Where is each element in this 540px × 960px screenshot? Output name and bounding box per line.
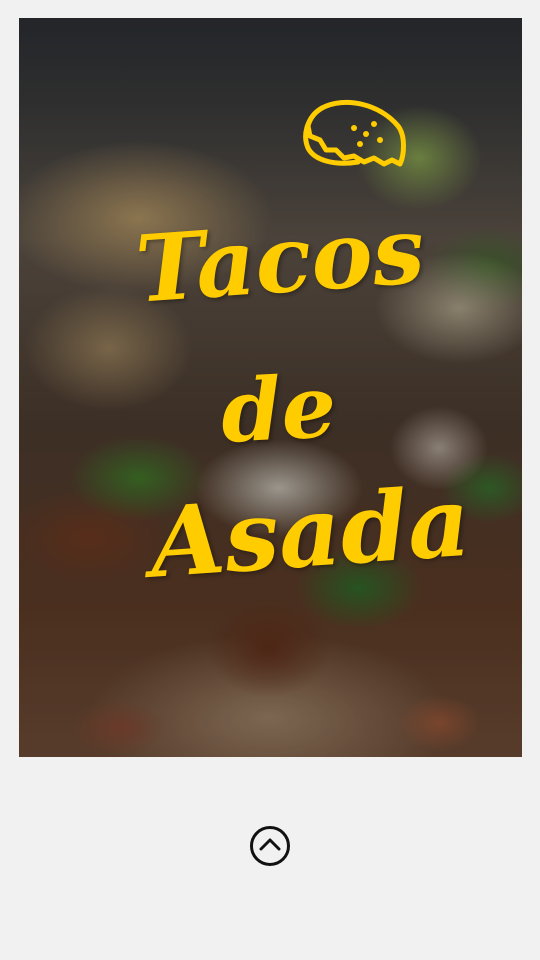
story-card: Tacos de Asada xyxy=(19,18,522,757)
scroll-up-button[interactable] xyxy=(249,825,291,867)
title-asada: Asada xyxy=(146,464,474,600)
title-de: de xyxy=(218,355,339,463)
title-tacos: Tacos xyxy=(132,195,428,324)
taco-icon xyxy=(303,99,406,167)
chevron-up-icon xyxy=(259,838,281,851)
